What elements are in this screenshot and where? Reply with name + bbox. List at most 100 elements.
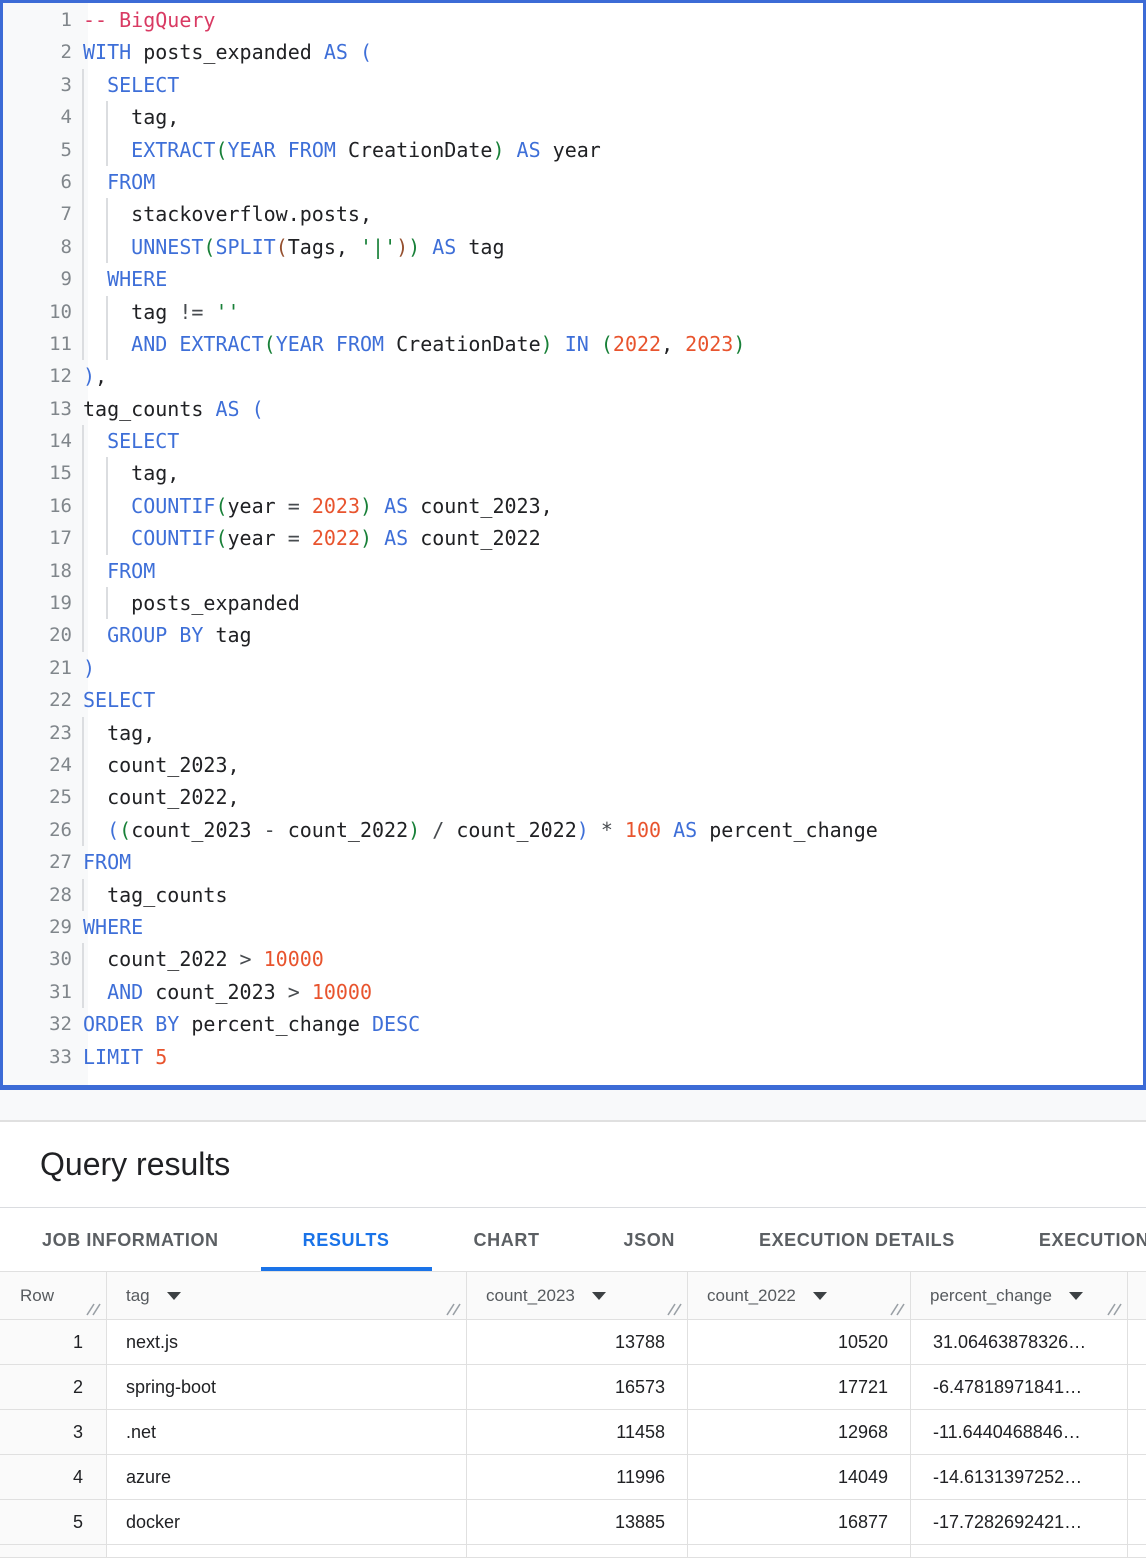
- code-line[interactable]: 3 SELECT: [3, 69, 1143, 101]
- column-header-count_2022[interactable]: count_2022: [688, 1272, 911, 1320]
- column-resize-handle-icon[interactable]: [1107, 1302, 1122, 1316]
- indent-guide: [82, 166, 84, 198]
- line-number: 26: [3, 814, 72, 846]
- tab-execution-details[interactable]: EXECUTION DETAILS: [717, 1209, 997, 1271]
- code-line[interactable]: 30 count_2022 > 10000: [3, 943, 1143, 975]
- code-line[interactable]: 16 COUNTIF(year = 2023) AS count_2023,: [3, 490, 1143, 522]
- column-header-count_2023[interactable]: count_2023: [467, 1272, 688, 1320]
- code-line[interactable]: 15 tag,: [3, 457, 1143, 489]
- column-header-empty[interactable]: [1128, 1272, 1146, 1320]
- code-line-content[interactable]: stackoverflow.posts,: [72, 198, 1143, 230]
- column-resize-handle-icon[interactable]: [890, 1302, 905, 1316]
- code-line[interactable]: 26 ((count_2023 - count_2022) / count_20…: [3, 814, 1143, 846]
- code-line-content[interactable]: tag != '': [72, 296, 1143, 328]
- code-line[interactable]: 28 tag_counts: [3, 879, 1143, 911]
- line-number: 15: [3, 457, 72, 489]
- sort-dropdown-icon[interactable]: [167, 1292, 181, 1300]
- results-table[interactable]: Rowtagcount_2023count_2022percent_change…: [0, 1271, 1146, 1558]
- tab-execution-graph[interactable]: EXECUTION GRAPH: [997, 1209, 1146, 1271]
- code-token: count_2022: [444, 818, 576, 842]
- code-line-content[interactable]: -- BigQuery: [72, 4, 1143, 36]
- code-line-content[interactable]: tag_counts: [72, 879, 1143, 911]
- code-line[interactable]: 6 FROM: [3, 166, 1143, 198]
- code-line-content[interactable]: SELECT: [72, 684, 1143, 716]
- code-line[interactable]: 29WHERE: [3, 911, 1143, 943]
- column-header-Row[interactable]: Row: [0, 1272, 107, 1320]
- table-cell: -11.6440468846…: [911, 1410, 1128, 1455]
- code-line[interactable]: 22SELECT: [3, 684, 1143, 716]
- line-number: 16: [3, 490, 72, 522]
- code-line-content[interactable]: WHERE: [72, 263, 1143, 295]
- code-line-content[interactable]: ): [72, 652, 1143, 684]
- tab-json[interactable]: JSON: [582, 1209, 717, 1271]
- code-line-content[interactable]: count_2022,: [72, 781, 1143, 813]
- code-line-content[interactable]: COUNTIF(year = 2023) AS count_2023,: [72, 490, 1143, 522]
- code-line[interactable]: 10 tag != '': [3, 296, 1143, 328]
- sort-dropdown-icon[interactable]: [813, 1292, 827, 1300]
- tab-results[interactable]: RESULTS: [261, 1209, 432, 1271]
- code-line-content[interactable]: SELECT: [72, 425, 1143, 457]
- code-line-content[interactable]: AND EXTRACT(YEAR FROM CreationDate) IN (…: [72, 328, 1143, 360]
- code-line[interactable]: 5 EXTRACT(YEAR FROM CreationDate) AS yea…: [3, 134, 1143, 166]
- tab-chart[interactable]: CHART: [432, 1209, 582, 1271]
- column-resize-handle-icon[interactable]: [667, 1302, 682, 1316]
- code-line[interactable]: 14 SELECT: [3, 425, 1143, 457]
- code-line[interactable]: 31 AND count_2023 > 10000: [3, 976, 1143, 1008]
- column-header-percent_change[interactable]: percent_change: [911, 1272, 1128, 1320]
- code-line[interactable]: 8 UNNEST(SPLIT(Tags, '|')) AS tag: [3, 231, 1143, 263]
- code-line[interactable]: 17 COUNTIF(year = 2022) AS count_2022: [3, 522, 1143, 554]
- sort-dropdown-icon[interactable]: [592, 1292, 606, 1300]
- code-line-content[interactable]: ((count_2023 - count_2022) / count_2022)…: [72, 814, 1143, 846]
- code-token: ,: [95, 364, 107, 388]
- tab-job-information[interactable]: JOB INFORMATION: [0, 1209, 261, 1271]
- code-line[interactable]: 19 posts_expanded: [3, 587, 1143, 619]
- code-line-content[interactable]: LIMIT 5: [72, 1041, 1143, 1073]
- code-line-content[interactable]: tag,: [72, 457, 1143, 489]
- code-line-content[interactable]: count_2023,: [72, 749, 1143, 781]
- code-line[interactable]: 11 AND EXTRACT(YEAR FROM CreationDate) I…: [3, 328, 1143, 360]
- code-editor[interactable]: 1-- BigQuery2WITH posts_expanded AS (3 S…: [0, 0, 1146, 1090]
- code-line-content[interactable]: COUNTIF(year = 2022) AS count_2022: [72, 522, 1143, 554]
- column-resize-handle-icon[interactable]: [86, 1302, 101, 1316]
- code-line[interactable]: 13tag_counts AS (: [3, 393, 1143, 425]
- code-line[interactable]: 2WITH posts_expanded AS (: [3, 36, 1143, 68]
- table-cell: [1128, 1410, 1146, 1455]
- code-line[interactable]: 33LIMIT 5: [3, 1041, 1143, 1073]
- code-line[interactable]: 21): [3, 652, 1143, 684]
- code-line-content[interactable]: FROM: [72, 846, 1143, 878]
- results-tabs[interactable]: JOB INFORMATIONRESULTSCHARTJSONEXECUTION…: [0, 1209, 1146, 1271]
- code-line-content[interactable]: tag,: [72, 717, 1143, 749]
- code-line-content[interactable]: EXTRACT(YEAR FROM CreationDate) AS year: [72, 134, 1143, 166]
- code-line-content[interactable]: FROM: [72, 555, 1143, 587]
- code-line[interactable]: 20 GROUP BY tag: [3, 619, 1143, 651]
- code-line[interactable]: 7 stackoverflow.posts,: [3, 198, 1143, 230]
- code-line[interactable]: 25 count_2022,: [3, 781, 1143, 813]
- code-line[interactable]: 32ORDER BY percent_change DESC: [3, 1008, 1143, 1040]
- code-line-content[interactable]: posts_expanded: [72, 587, 1143, 619]
- code-line[interactable]: 1-- BigQuery: [3, 4, 1143, 36]
- column-resize-handle-icon[interactable]: [446, 1302, 461, 1316]
- code-line-content[interactable]: tag,: [72, 101, 1143, 133]
- code-lines[interactable]: 1-- BigQuery2WITH posts_expanded AS (3 S…: [3, 4, 1143, 1073]
- line-number: 12: [3, 360, 72, 392]
- code-line-content[interactable]: ),: [72, 360, 1143, 392]
- code-line-content[interactable]: AND count_2023 > 10000: [72, 976, 1143, 1008]
- code-line-content[interactable]: UNNEST(SPLIT(Tags, '|')) AS tag: [72, 231, 1143, 263]
- code-line[interactable]: 4 tag,: [3, 101, 1143, 133]
- code-line-content[interactable]: count_2022 > 10000: [72, 943, 1143, 975]
- code-line-content[interactable]: ORDER BY percent_change DESC: [72, 1008, 1143, 1040]
- code-line-content[interactable]: GROUP BY tag: [72, 619, 1143, 651]
- code-line-content[interactable]: FROM: [72, 166, 1143, 198]
- code-line[interactable]: 23 tag,: [3, 717, 1143, 749]
- code-line-content[interactable]: WHERE: [72, 911, 1143, 943]
- code-line[interactable]: 27FROM: [3, 846, 1143, 878]
- code-line-content[interactable]: tag_counts AS (: [72, 393, 1143, 425]
- code-line[interactable]: 12),: [3, 360, 1143, 392]
- code-line[interactable]: 24 count_2023,: [3, 749, 1143, 781]
- code-line[interactable]: 18 FROM: [3, 555, 1143, 587]
- code-line[interactable]: 9 WHERE: [3, 263, 1143, 295]
- sort-dropdown-icon[interactable]: [1069, 1292, 1083, 1300]
- code-line-content[interactable]: SELECT: [72, 69, 1143, 101]
- code-line-content[interactable]: WITH posts_expanded AS (: [72, 36, 1143, 68]
- column-header-tag[interactable]: tag: [107, 1272, 467, 1320]
